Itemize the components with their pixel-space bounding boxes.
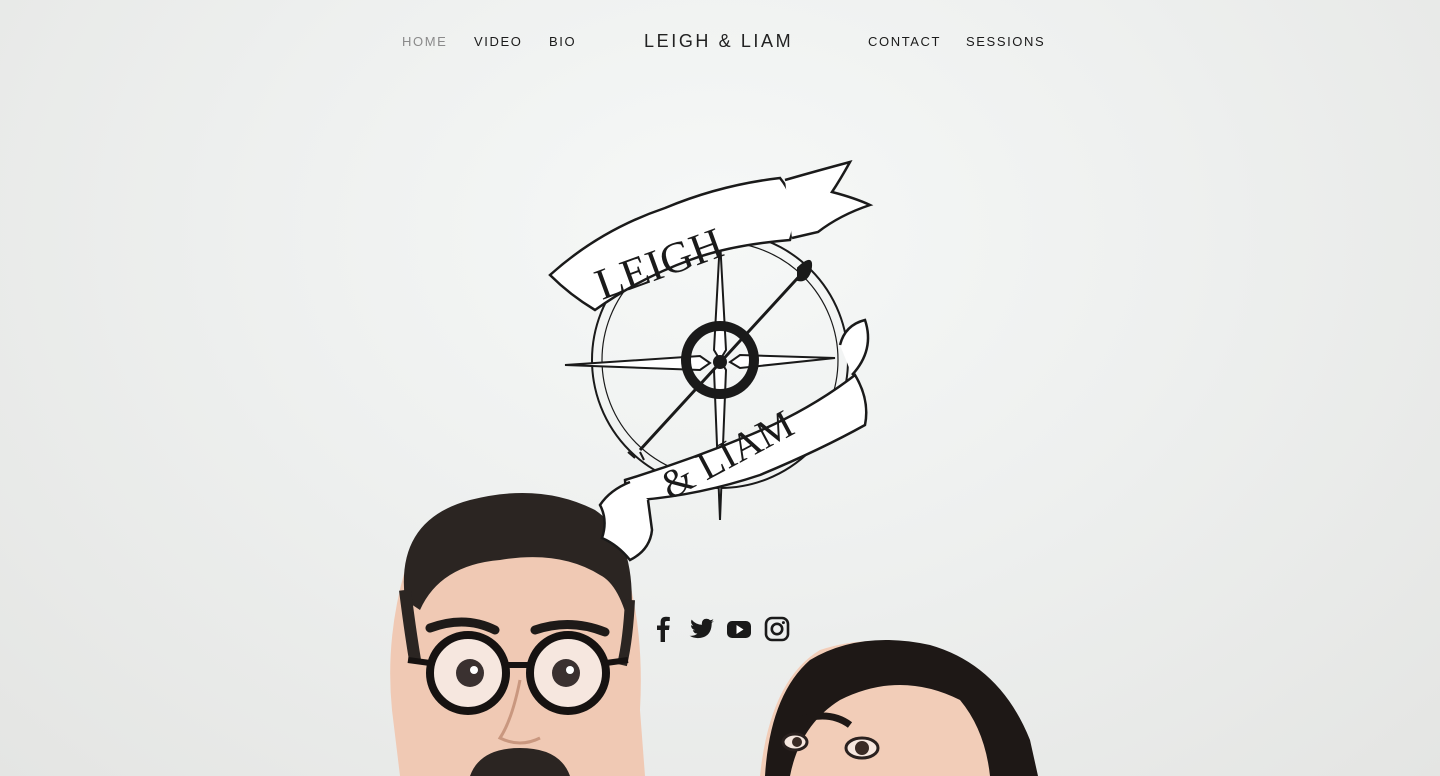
- site-title[interactable]: LEIGH & LIAM: [644, 31, 793, 52]
- youtube-icon[interactable]: [724, 612, 754, 646]
- nav-link-video[interactable]: VIDEO: [474, 34, 522, 49]
- leigh-liam-logo: LEIGH & LIAM: [548, 160, 874, 562]
- facebook-icon[interactable]: [648, 612, 678, 646]
- instagram-icon[interactable]: [762, 612, 792, 646]
- main-nav: HOME VIDEO BIO LEIGH & LIAM CONTACT SESS…: [0, 0, 1440, 84]
- nav-link-contact[interactable]: CONTACT: [868, 34, 941, 49]
- nav-link-home[interactable]: HOME: [402, 34, 447, 49]
- nav-link-bio[interactable]: BIO: [549, 34, 576, 49]
- twitter-icon[interactable]: [686, 612, 716, 646]
- social-links: [648, 612, 798, 646]
- nav-link-sessions[interactable]: SESSIONS: [966, 34, 1045, 49]
